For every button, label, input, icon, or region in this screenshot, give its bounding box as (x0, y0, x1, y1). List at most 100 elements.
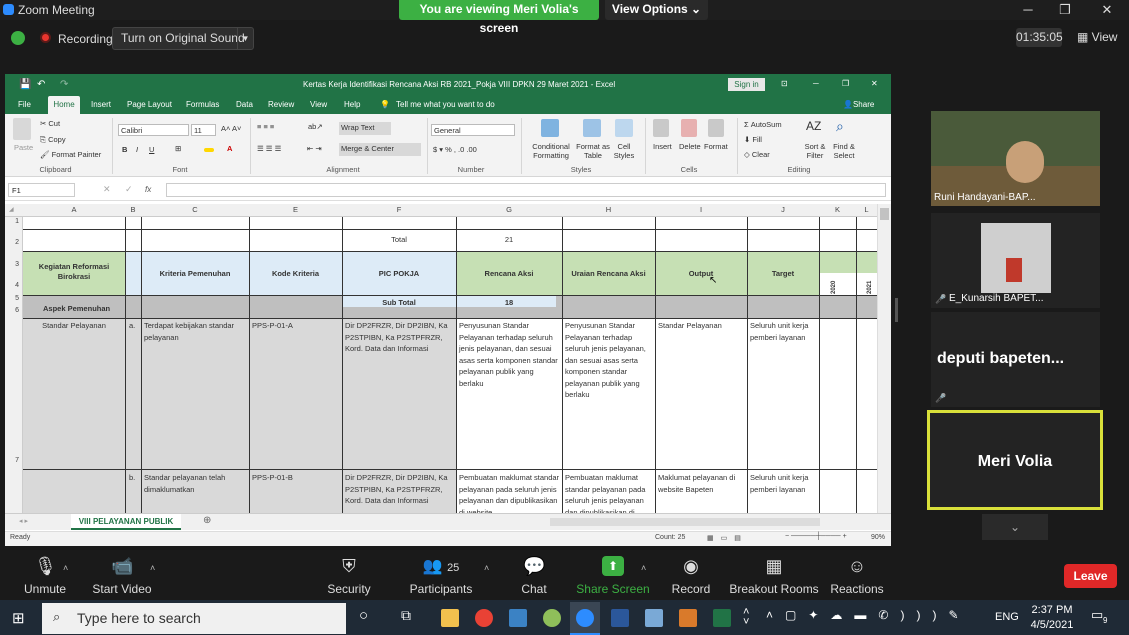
col-header-f[interactable]: F (342, 205, 456, 214)
cell-total-label[interactable]: Total (342, 233, 456, 247)
row-header-3[interactable]: 3 (5, 261, 19, 268)
app-icon[interactable] (645, 609, 663, 627)
sign-in-button[interactable]: Sign in (728, 78, 765, 91)
italic-icon[interactable]: I (136, 145, 138, 154)
cell-header-rencana[interactable]: Rencana Aksi (456, 267, 562, 281)
tab-home[interactable]: Home (48, 96, 80, 114)
participant-tile-runi[interactable]: Runi Handayani-BAP... (931, 111, 1100, 206)
cell-subtotal-label[interactable]: Sub Total (342, 296, 456, 310)
fill-button[interactable]: ⬇ Fill (744, 135, 762, 144)
cortana-icon[interactable]: ○ (359, 607, 368, 624)
close-icon[interactable]: ✕ (1097, 2, 1117, 18)
cell-a-pic[interactable]: Dir DP2FRZR, Dir DP2IBN, Ka P2STPIBN, Ka… (343, 319, 456, 356)
cell-b-target[interactable]: Seluruh unit kerja pemberi layanan (748, 471, 819, 496)
participant-tile-deputi[interactable]: deputi bapeten... 🎤 (931, 312, 1100, 407)
format-as-table-button[interactable]: Format as Table (575, 142, 611, 160)
chevron-down-icon[interactable]: ▼ (237, 28, 253, 49)
row-header-7[interactable]: 7 (5, 457, 19, 464)
reactions-button[interactable]: ☺ Reactions (812, 546, 902, 600)
tab-view[interactable]: View (310, 100, 327, 109)
conditional-formatting-button[interactable]: Conditional Formatting (530, 142, 572, 160)
cut-button[interactable]: ✂ Cut (40, 119, 60, 128)
cell-a-output[interactable]: Standar Pelayanan (656, 319, 747, 333)
excel-minimize-icon[interactable]: ─ (813, 79, 819, 88)
notification-icon[interactable]: ▭ 9 (1091, 607, 1113, 627)
tab-page-layout[interactable]: Page Layout (127, 100, 172, 109)
grow-font-icon[interactable]: A˄ A˅ (221, 124, 241, 133)
format-cells-icon[interactable] (708, 119, 724, 137)
paste-icon[interactable] (13, 118, 31, 140)
border-icon[interactable]: ⊞ (175, 144, 181, 153)
horizontal-scrollbar[interactable] (550, 518, 820, 526)
taskbar-search-input[interactable]: Type here to search (42, 603, 346, 634)
number-format-icons[interactable]: $ ▾ % , .0 .00 (433, 145, 477, 154)
orientation-icon[interactable]: ab↗ (308, 122, 323, 131)
share-button[interactable]: 👤Share (843, 100, 874, 109)
cancel-icon[interactable]: ✕ (103, 184, 111, 195)
cell-header-pic[interactable]: PIC POKJA (342, 267, 456, 281)
original-sound-button[interactable]: Turn on Original Sound ▼ (112, 27, 254, 50)
cell-b[interactable]: b. (127, 471, 141, 485)
cell-b-output[interactable]: Maklumat pelayanan di website Bapeten (656, 471, 747, 496)
excel-close-icon[interactable]: ✕ (871, 79, 878, 88)
cell-header-kriteria[interactable]: Kriteria Pemenuhan (141, 267, 249, 281)
tab-file[interactable]: File (18, 100, 31, 109)
chevron-up-icon[interactable]: ˄ (63, 563, 68, 573)
underline-icon[interactable]: U (149, 145, 154, 154)
format-as-table-icon[interactable] (583, 119, 601, 137)
taskbar-scroll-icon[interactable]: ˄ ˅ (743, 607, 749, 628)
view-mode-icons[interactable]: ▦ ▭ ▤ (707, 533, 741, 543)
tab-help[interactable]: Help (344, 100, 360, 109)
col-header-j[interactable]: J (747, 205, 819, 214)
undo-icon[interactable]: ↶ (37, 79, 45, 90)
view-options-button[interactable]: View Options ⌄ (605, 0, 708, 20)
col-header-l[interactable]: L (856, 205, 877, 214)
cell-header-kegiatan[interactable]: Kegiatan Reformasi Birokrasi (23, 261, 125, 283)
cell-header-uraian[interactable]: Uraian Rencana Aksi (562, 267, 655, 281)
number-format-select[interactable]: General (431, 124, 515, 136)
insert-cells-icon[interactable] (653, 119, 669, 137)
bold-icon[interactable]: B (122, 145, 127, 154)
conditional-formatting-icon[interactable] (541, 119, 559, 137)
font-name-select[interactable]: Calibri (118, 124, 189, 136)
participant-tile-kunarsih[interactable]: 🎤 E_Kunarsih BAPET... (931, 213, 1100, 308)
file-explorer-icon[interactable] (441, 609, 459, 627)
encryption-shield-icon[interactable] (11, 31, 25, 45)
cell-header-2021[interactable]: 2021 (864, 276, 877, 296)
name-box[interactable]: F1 (8, 183, 75, 197)
cell-b-kode[interactable]: PPS-P-01-B (250, 471, 342, 485)
security-button[interactable]: ⛨ Security (304, 546, 394, 600)
tell-me-box[interactable]: Tell me what you want to do (396, 100, 495, 109)
col-header-e[interactable]: E (249, 205, 342, 214)
cell-a-kode[interactable]: PPS-P-01-A (250, 319, 342, 333)
cell-a[interactable]: a. (127, 319, 141, 333)
add-sheet-icon[interactable]: ⊕ (203, 515, 211, 526)
fill-color-icon[interactable] (204, 148, 214, 152)
scroll-down-chevron-icon[interactable]: ⌄ (982, 514, 1048, 540)
sheet-grid[interactable]: Total 21 Kegiatan Reformasi Birokrasi Kr… (23, 217, 877, 513)
scroll-thumb[interactable] (880, 208, 889, 220)
cell-a-kriteria[interactable]: Terdapat kebijakan standar pelayanan (142, 319, 249, 344)
windows-start-icon[interactable]: ⊞ (12, 609, 25, 627)
word-icon[interactable] (611, 609, 629, 627)
cell-a-rencana[interactable]: Penyusunan Standar Pelayanan terhadap se… (457, 319, 562, 390)
task-view-icon[interactable]: ⧉ (401, 607, 411, 624)
cell-styles-button[interactable]: Cell Styles (610, 142, 638, 160)
autosum-button[interactable]: Σ AutoSum (744, 120, 782, 129)
sheet-tab-viii[interactable]: VIII PELAYANAN PUBLIK (71, 514, 181, 530)
app-icon[interactable] (679, 609, 697, 627)
format-painter-button[interactable]: 🖌 Format Painter (40, 150, 101, 159)
wrap-text-button[interactable]: Wrap Text (339, 122, 391, 135)
view-button[interactable]: ▦ View (1077, 30, 1117, 44)
formula-input[interactable] (166, 183, 886, 197)
col-header-b[interactable]: B (125, 205, 141, 214)
cell-standar[interactable]: Standar Pelayanan (23, 319, 125, 333)
delete-cells-icon[interactable] (681, 119, 697, 137)
zoom-level[interactable]: 90% (871, 534, 885, 541)
chrome-icon[interactable] (475, 609, 493, 627)
delete-cells-button[interactable]: Delete (679, 142, 701, 151)
cell-header-2020[interactable]: 2020 (828, 276, 842, 296)
redo-icon[interactable]: ↷ (60, 79, 68, 90)
share-screen-button[interactable]: ⬆ Share Screen (568, 546, 658, 600)
align-left-icon[interactable]: ☰ ☰ ☰ (257, 144, 281, 153)
